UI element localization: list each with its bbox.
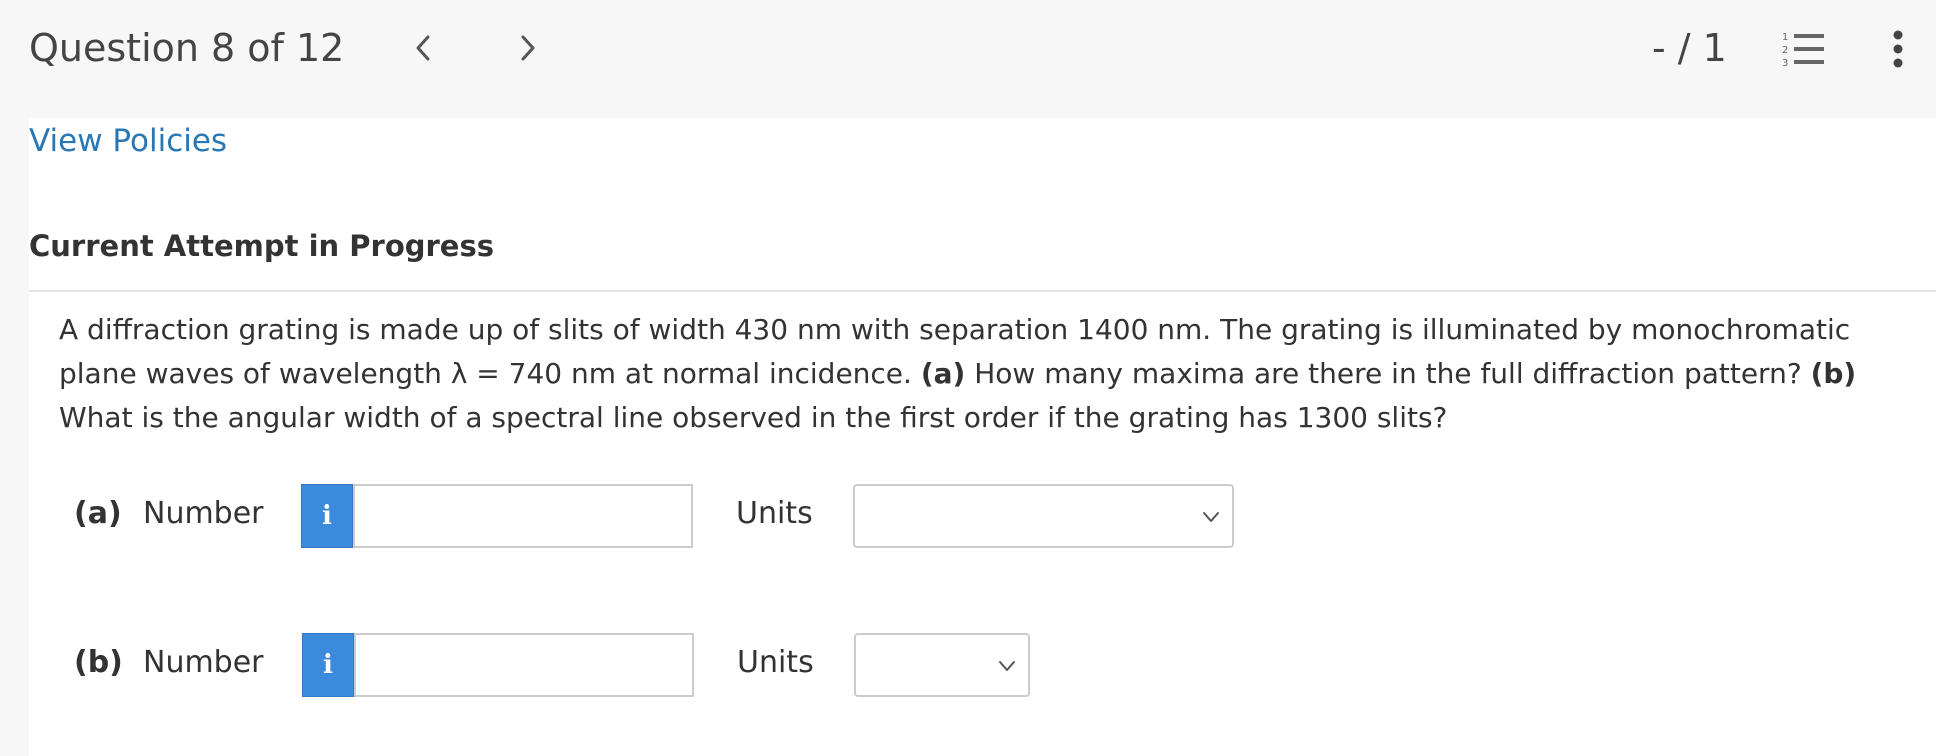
question-content: View Policies Current Attempt in Progres… — [29, 118, 1936, 756]
part-a-question: How many maxima are there in the full di… — [974, 357, 1802, 390]
chevron-down-icon — [999, 661, 1015, 671]
view-policies-link[interactable]: View Policies — [29, 118, 227, 164]
answer-b-info-button[interactable]: i — [302, 633, 354, 697]
part-b-question: What is the angular width of a spectral … — [59, 401, 1448, 434]
part-a-marker: (a) — [920, 357, 966, 390]
answer-a-info-button[interactable]: i — [301, 484, 353, 548]
info-icon: i — [323, 650, 333, 680]
attempt-heading: Current Attempt in Progress — [29, 229, 494, 263]
answer-a-units-select[interactable] — [853, 484, 1234, 548]
question-list-button[interactable]: 1 2 3 — [1780, 28, 1826, 70]
answer-a-units-label: Units — [736, 496, 813, 531]
answer-b-number-input[interactable] — [354, 633, 694, 697]
answer-b-units-select[interactable] — [854, 633, 1030, 697]
score-display: - / 1 — [1652, 26, 1727, 70]
svg-text:2: 2 — [1782, 45, 1788, 56]
answer-a-label: (a) — [74, 496, 122, 531]
numbered-list-icon: 1 2 3 — [1782, 32, 1824, 69]
question-text: A diffraction grating is made up of slit… — [59, 308, 1909, 440]
more-options-button[interactable] — [1886, 28, 1910, 70]
previous-question-button[interactable] — [403, 28, 443, 68]
chevron-down-icon — [1203, 512, 1219, 522]
question-counter: Question 8 of 12 — [29, 26, 345, 70]
svg-text:1: 1 — [1782, 32, 1788, 43]
chevron-left-icon — [416, 35, 430, 61]
kebab-menu-icon — [1893, 30, 1903, 68]
next-question-button[interactable] — [508, 28, 548, 68]
chevron-right-icon — [521, 35, 535, 61]
answer-a-number-label: Number — [143, 496, 264, 531]
answer-b-label: (b) — [74, 645, 123, 680]
answer-b-units-label: Units — [737, 645, 814, 680]
question-header: Question 8 of 12 - / 1 1 2 3 — [0, 0, 1936, 118]
answer-b-number-label: Number — [143, 645, 264, 680]
part-b-marker: (b) — [1810, 357, 1857, 390]
divider — [29, 290, 1936, 292]
svg-text:3: 3 — [1782, 58, 1788, 69]
answer-a-number-input[interactable] — [353, 484, 693, 548]
info-icon: i — [322, 501, 332, 531]
